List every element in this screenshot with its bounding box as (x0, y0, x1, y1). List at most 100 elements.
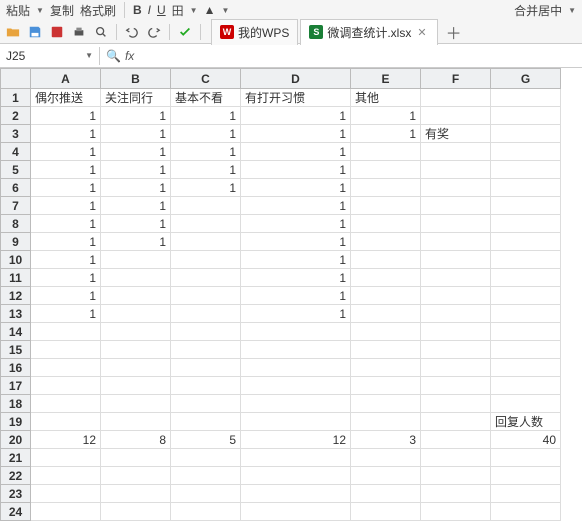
cell-A15[interactable] (31, 341, 101, 359)
cell-F17[interactable] (421, 377, 491, 395)
copy-label[interactable]: 复制 (50, 2, 74, 19)
cell-F23[interactable] (421, 485, 491, 503)
cell-E11[interactable] (351, 269, 421, 287)
cell-B22[interactable] (101, 467, 171, 485)
row-head-2[interactable]: 2 (1, 107, 31, 125)
cell-B21[interactable] (101, 449, 171, 467)
cell-A13[interactable]: 1 (31, 305, 101, 323)
cell-G21[interactable] (491, 449, 561, 467)
cell-E10[interactable] (351, 251, 421, 269)
cell-D4[interactable]: 1 (241, 143, 351, 161)
row-head-4[interactable]: 4 (1, 143, 31, 161)
cell-D9[interactable]: 1 (241, 233, 351, 251)
undo-icon[interactable] (123, 23, 141, 41)
cell-F14[interactable] (421, 323, 491, 341)
cell-C18[interactable] (171, 395, 241, 413)
cell-D5[interactable]: 1 (241, 161, 351, 179)
select-all-corner[interactable] (1, 69, 31, 89)
cell-B12[interactable] (101, 287, 171, 305)
cell-C4[interactable]: 1 (171, 143, 241, 161)
cell-F6[interactable] (421, 179, 491, 197)
cell-C2[interactable]: 1 (171, 107, 241, 125)
cell-E19[interactable] (351, 413, 421, 431)
cell-F10[interactable] (421, 251, 491, 269)
cell-F7[interactable] (421, 197, 491, 215)
cell-G4[interactable] (491, 143, 561, 161)
cell-D15[interactable] (241, 341, 351, 359)
row-head-23[interactable]: 23 (1, 485, 31, 503)
cell-A3[interactable]: 1 (31, 125, 101, 143)
cell-G15[interactable] (491, 341, 561, 359)
cell-E4[interactable] (351, 143, 421, 161)
add-tab-icon[interactable]: ＋ (440, 18, 468, 46)
cell-C19[interactable] (171, 413, 241, 431)
row-head-15[interactable]: 15 (1, 341, 31, 359)
print-icon[interactable] (70, 23, 88, 41)
cell-F13[interactable] (421, 305, 491, 323)
underline-icon[interactable]: U (157, 3, 166, 17)
close-icon[interactable]: ✕ (415, 26, 428, 39)
cell-D3[interactable]: 1 (241, 125, 351, 143)
cell-C7[interactable] (171, 197, 241, 215)
cell-F3[interactable]: 有奖 (421, 125, 491, 143)
cell-B17[interactable] (101, 377, 171, 395)
cell-G12[interactable] (491, 287, 561, 305)
cell-D13[interactable]: 1 (241, 305, 351, 323)
cell-C12[interactable] (171, 287, 241, 305)
tab-file[interactable]: S 微调查统计.xlsx ✕ (300, 19, 437, 45)
pdf-icon[interactable] (48, 23, 66, 41)
row-head-6[interactable]: 6 (1, 179, 31, 197)
cell-B24[interactable] (101, 503, 171, 521)
fill-color-icon[interactable]: ▲ (204, 3, 216, 17)
cell-G14[interactable] (491, 323, 561, 341)
cell-A7[interactable]: 1 (31, 197, 101, 215)
cell-E9[interactable] (351, 233, 421, 251)
cell-G23[interactable] (491, 485, 561, 503)
cell-D7[interactable]: 1 (241, 197, 351, 215)
cell-D14[interactable] (241, 323, 351, 341)
row-head-12[interactable]: 12 (1, 287, 31, 305)
cell-C20[interactable]: 5 (171, 431, 241, 449)
grid[interactable]: ABCDEFG1偶尔推送关注同行基本不看有打开习惯其他211111311111有… (0, 68, 582, 521)
cell-A2[interactable]: 1 (31, 107, 101, 125)
cell-E12[interactable] (351, 287, 421, 305)
cell-E20[interactable]: 3 (351, 431, 421, 449)
cell-F22[interactable] (421, 467, 491, 485)
cell-G7[interactable] (491, 197, 561, 215)
save-icon[interactable] (26, 23, 44, 41)
cell-C17[interactable] (171, 377, 241, 395)
cell-D16[interactable] (241, 359, 351, 377)
col-head-B[interactable]: B (101, 69, 171, 89)
row-head-5[interactable]: 5 (1, 161, 31, 179)
cell-F19[interactable] (421, 413, 491, 431)
cell-F8[interactable] (421, 215, 491, 233)
cell-A5[interactable]: 1 (31, 161, 101, 179)
cell-B2[interactable]: 1 (101, 107, 171, 125)
open-icon[interactable] (4, 23, 22, 41)
cell-D17[interactable] (241, 377, 351, 395)
cell-F20[interactable] (421, 431, 491, 449)
cell-E7[interactable] (351, 197, 421, 215)
cell-F24[interactable] (421, 503, 491, 521)
cell-A9[interactable]: 1 (31, 233, 101, 251)
cell-A4[interactable]: 1 (31, 143, 101, 161)
print-preview-icon[interactable] (92, 23, 110, 41)
cell-D20[interactable]: 12 (241, 431, 351, 449)
col-head-D[interactable]: D (241, 69, 351, 89)
cell-B1[interactable]: 关注同行 (101, 89, 171, 107)
cell-C24[interactable] (171, 503, 241, 521)
cell-B23[interactable] (101, 485, 171, 503)
row-head-13[interactable]: 13 (1, 305, 31, 323)
cell-A22[interactable] (31, 467, 101, 485)
cell-B19[interactable] (101, 413, 171, 431)
cell-E14[interactable] (351, 323, 421, 341)
cell-G20[interactable]: 40 (491, 431, 561, 449)
cell-C8[interactable] (171, 215, 241, 233)
cell-A17[interactable] (31, 377, 101, 395)
cell-G11[interactable] (491, 269, 561, 287)
cell-B4[interactable]: 1 (101, 143, 171, 161)
fx-label[interactable]: fx (125, 49, 134, 63)
col-head-C[interactable]: C (171, 69, 241, 89)
cell-G24[interactable] (491, 503, 561, 521)
cell-B16[interactable] (101, 359, 171, 377)
